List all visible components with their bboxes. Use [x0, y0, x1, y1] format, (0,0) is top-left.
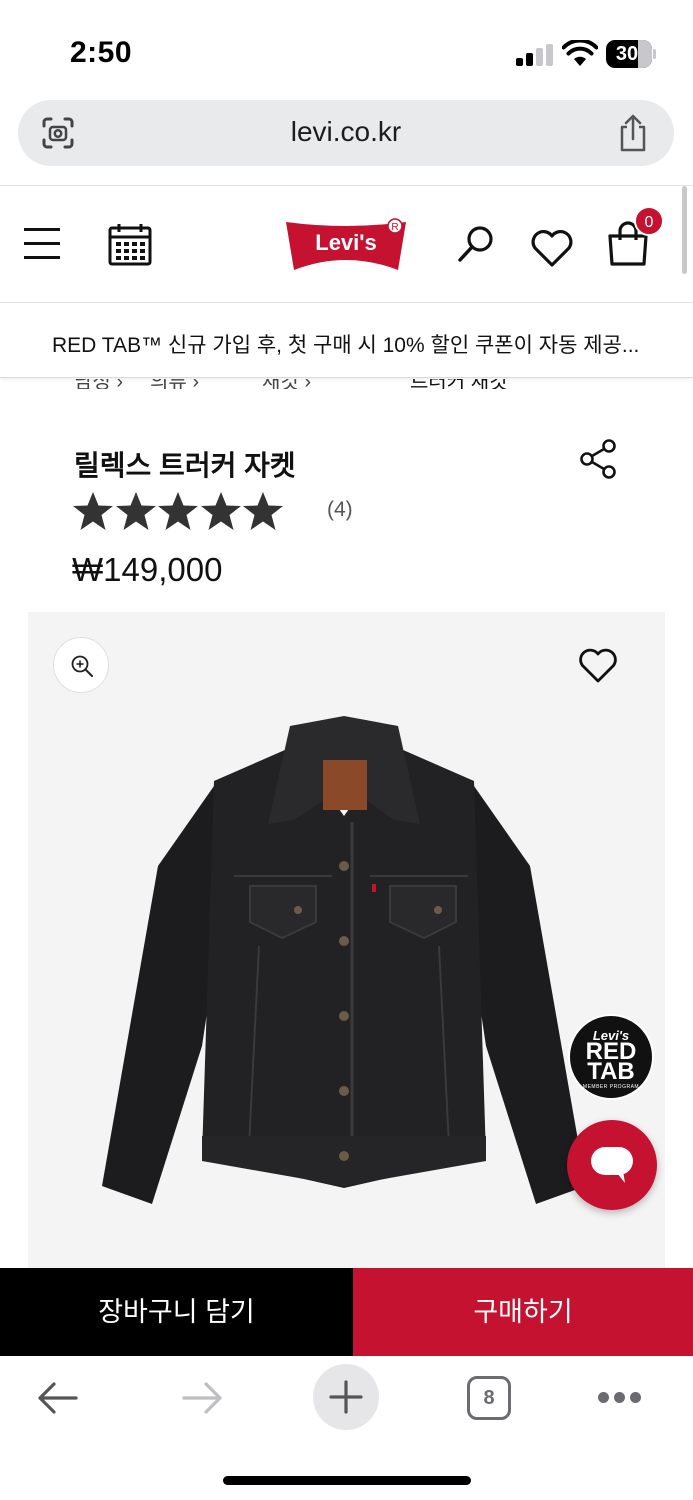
status-bar: 2:50 30: [0, 0, 693, 96]
more-dots-icon[interactable]: [598, 1392, 642, 1404]
status-time: 2:50: [70, 36, 133, 69]
breadcrumb-item[interactable]: 의류 ›: [150, 379, 199, 389]
tab-count-button[interactable]: 8: [467, 1376, 511, 1420]
chat-button[interactable]: [567, 1120, 657, 1210]
badge-sub: MEMBER PROGRAM: [582, 1084, 640, 1090]
badge-line-tab: TAB: [587, 1058, 635, 1085]
plus-icon: [329, 1380, 363, 1414]
new-tab-button[interactable]: [313, 1364, 379, 1430]
star-icon: [243, 492, 283, 530]
wishlist-heart-icon[interactable]: [578, 646, 618, 684]
battery-level: 30: [615, 43, 639, 65]
star-icon: [158, 492, 198, 530]
zoom-in-icon: [71, 655, 93, 677]
scrollbar[interactable]: [682, 186, 687, 274]
cart-count-badge[interactable]: 0: [634, 206, 664, 236]
product-title: 릴렉스 트러커 자켓: [74, 450, 296, 481]
breadcrumb-item[interactable]: 재킷 ›: [262, 379, 311, 389]
share-icon[interactable]: [578, 438, 618, 480]
site-header: Levi's R: [0, 185, 693, 303]
buy-now-button[interactable]: 구매하기: [353, 1268, 693, 1356]
breadcrumb-item[interactable]: 트러커 재킷: [410, 379, 508, 389]
product-price: ₩149,000: [72, 551, 223, 588]
home-indicator[interactable]: [223, 1476, 471, 1485]
arrow-left-icon[interactable]: [36, 1378, 80, 1418]
wifi-icon: [562, 40, 598, 66]
cellular-signal-icon: [516, 44, 554, 66]
breadcrumb: 남성 › 의류 › 재킷 › 트러커 재킷: [0, 379, 693, 389]
logo-text: Levi's: [315, 230, 377, 255]
breadcrumb-item[interactable]: 남성 ›: [74, 379, 123, 389]
product-image-jacket[interactable]: [94, 716, 594, 1216]
heart-icon[interactable]: [530, 228, 574, 268]
promo-text[interactable]: RED TAB™ 신규 가입 후, 첫 구매 시 10% 할인 쿠폰이 자동 제…: [52, 329, 639, 359]
address-bar[interactable]: levi.co.kr: [18, 100, 674, 166]
levis-logo[interactable]: Levi's R: [284, 216, 408, 274]
add-to-cart-button[interactable]: 장바구니 담기: [0, 1268, 353, 1356]
battery-icon: 30: [606, 40, 656, 68]
calendar-icon[interactable]: [108, 222, 152, 266]
red-tab-member-badge[interactable]: Levi's RED TAB MEMBER PROGRAM: [568, 1014, 654, 1100]
share-icon[interactable]: [616, 113, 650, 153]
star-icon: [115, 492, 156, 530]
review-count[interactable]: (4): [327, 498, 353, 522]
arrow-right-icon[interactable]: [180, 1378, 224, 1418]
zoom-in-button[interactable]: [53, 637, 109, 693]
chat-bubble-icon: [591, 1147, 633, 1183]
svg-text:R: R: [391, 222, 398, 233]
url-text[interactable]: levi.co.kr: [18, 116, 674, 148]
promo-banner[interactable]: RED TAB™ 신규 가입 후, 첫 구매 시 10% 할인 쿠폰이 자동 제…: [0, 304, 693, 378]
star-icon: [73, 492, 113, 530]
search-icon[interactable]: [456, 224, 496, 264]
hamburger-menu-icon[interactable]: [24, 226, 60, 260]
rating-stars[interactable]: [72, 490, 285, 534]
star-icon: [200, 492, 241, 530]
purchase-action-bar: 장바구니 담기 구매하기: [0, 1268, 693, 1356]
